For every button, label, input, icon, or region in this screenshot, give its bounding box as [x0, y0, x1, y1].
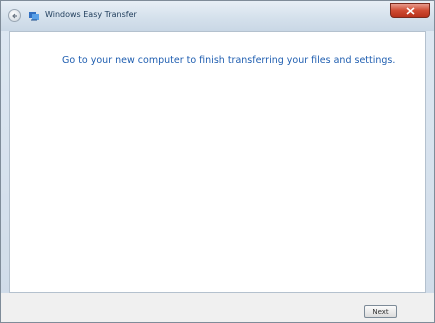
back-arrow-icon — [12, 13, 17, 19]
window-title: Windows Easy Transfer — [45, 10, 137, 19]
back-button[interactable] — [8, 9, 21, 22]
title-bar[interactable]: Windows Easy Transfer — [1, 1, 434, 31]
easy-transfer-window: Windows Easy Transfer Go to your new com… — [0, 0, 435, 323]
footer-bar: Next — [1, 293, 434, 322]
content-pane: Go to your new computer to finish transf… — [9, 31, 426, 293]
easy-transfer-icon — [29, 12, 39, 21]
instruction-text: Go to your new computer to finish transf… — [62, 55, 396, 66]
next-button[interactable]: Next — [364, 305, 397, 318]
close-button[interactable] — [390, 3, 430, 18]
close-icon — [406, 7, 415, 15]
